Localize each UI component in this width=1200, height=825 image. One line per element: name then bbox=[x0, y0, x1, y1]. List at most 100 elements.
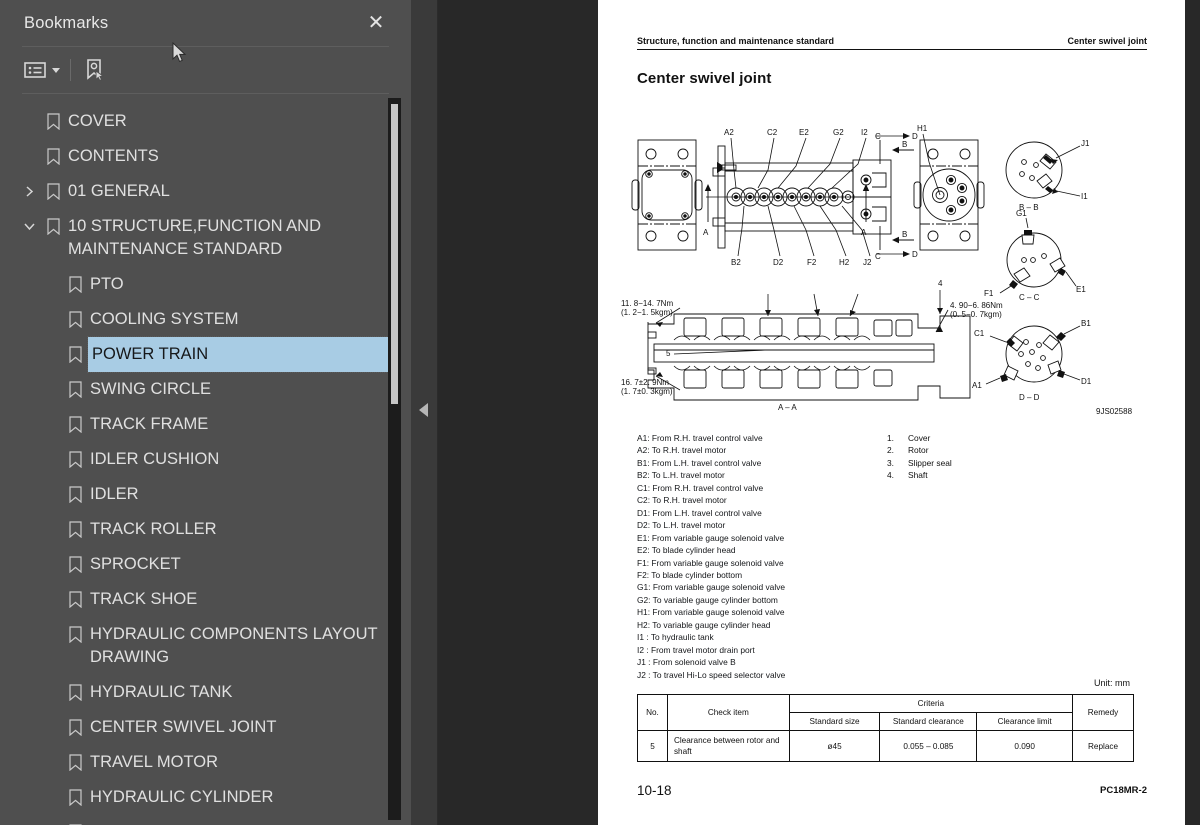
bookmark-item-travel-motor[interactable]: TRAVEL MOTOR bbox=[0, 745, 411, 780]
bookmark-item-cooling-system[interactable]: COOLING SYSTEM bbox=[0, 302, 411, 337]
svg-text:E1: E1 bbox=[1076, 285, 1086, 294]
legend-part-number: 2. bbox=[887, 445, 894, 456]
bookmark-icon bbox=[62, 780, 88, 815]
chevron-down-icon[interactable] bbox=[52, 67, 60, 73]
bookmark-icon bbox=[62, 710, 88, 745]
bookmark-item-center-swivel-joint[interactable]: CENTER SWIVEL JOINT bbox=[0, 710, 411, 745]
svg-text:D1: D1 bbox=[1081, 377, 1092, 386]
svg-text:D – D: D – D bbox=[1019, 393, 1040, 402]
bookmark-icon bbox=[40, 104, 66, 139]
svg-text:4. 90−6. 86Nm: 4. 90−6. 86Nm bbox=[950, 301, 1003, 310]
bookmark-icon bbox=[62, 267, 88, 302]
toolbar-separator bbox=[70, 59, 71, 81]
bookmark-icon bbox=[62, 337, 88, 372]
subheader-clearance-limit: Clearance limit bbox=[976, 712, 1074, 731]
svg-text:(0. 5−0. 7kgm): (0. 5−0. 7kgm) bbox=[950, 310, 1002, 319]
bookmark-item-contents[interactable]: CONTENTS bbox=[0, 139, 411, 174]
maintenance-standard-table: No. Check item Criteria Remedy Standard … bbox=[637, 694, 1134, 762]
legend-part-item: 4. Shaft bbox=[887, 469, 1082, 481]
bookmark-item-track-frame[interactable]: TRACK FRAME bbox=[0, 407, 411, 442]
bookmark-icon bbox=[62, 815, 88, 825]
bookmark-item-cover[interactable]: COVER bbox=[0, 104, 411, 139]
legend-line: E2: To blade cylinder head bbox=[637, 545, 736, 556]
bookmark-icon bbox=[62, 675, 88, 710]
bookmark-icon bbox=[62, 407, 88, 442]
svg-text:H2: H2 bbox=[839, 258, 850, 267]
svg-text:I2: I2 bbox=[861, 128, 868, 137]
running-head: Structure, function and maintenance stan… bbox=[637, 36, 1147, 50]
unit-note: Unit: mm bbox=[1094, 678, 1130, 688]
bookmark-label: COOLING SYSTEM bbox=[90, 310, 239, 328]
svg-text:B1: B1 bbox=[1081, 319, 1091, 328]
bookmark-icon bbox=[40, 139, 66, 174]
legend-part-number: 1. bbox=[887, 433, 894, 443]
bookmark-label: PTO bbox=[90, 275, 124, 293]
bookmark-label: TRAVEL MOTOR bbox=[90, 753, 219, 771]
svg-text:11. 8−14. 7Nm: 11. 8−14. 7Nm bbox=[621, 299, 673, 308]
bookmark-label: SOLENOID VALVE bbox=[88, 815, 231, 825]
legend-line: I1 : To hydraulic tank bbox=[637, 632, 714, 643]
document-page: Structure, function and maintenance stan… bbox=[598, 0, 1185, 825]
bookmark-item-track-shoe[interactable]: TRACK SHOE bbox=[0, 582, 411, 617]
legend-part-label: Shaft bbox=[908, 470, 928, 481]
table-row: 5 Clearance between rotor and shaft ø45 … bbox=[637, 730, 1134, 762]
bookmark-label: 10 STRUCTURE,FUNCTION AND MAINTENANCE ST… bbox=[68, 217, 322, 258]
legend-part-label: Slipper seal bbox=[908, 457, 952, 468]
bookmark-icon bbox=[62, 547, 88, 582]
bookmark-item-sprocket[interactable]: SPROCKET bbox=[0, 547, 411, 582]
bookmark-icon bbox=[62, 512, 88, 547]
new-bookmark-icon[interactable] bbox=[83, 55, 107, 85]
cell-standard-clearance: 0.055 – 0.085 bbox=[879, 730, 978, 762]
legend-line: A1: From R.H. travel control valve bbox=[637, 433, 763, 443]
legend-part-label: Cover bbox=[908, 433, 931, 443]
svg-text:I1: I1 bbox=[1081, 192, 1088, 201]
bookmarks-toolbar bbox=[0, 47, 411, 93]
legend-line: H1: From variable gauge solenoid valve bbox=[637, 607, 785, 618]
bookmark-item-hydraulic-cylinder[interactable]: HYDRAULIC CYLINDER bbox=[0, 780, 411, 815]
bookmark-label: SWING CIRCLE bbox=[90, 380, 212, 398]
bookmarks-scrollbar-thumb[interactable] bbox=[391, 104, 398, 404]
svg-text:G2: G2 bbox=[833, 128, 844, 137]
bookmark-item-01-general[interactable]: 01 GENERAL bbox=[0, 174, 411, 209]
svg-text:F2: F2 bbox=[807, 258, 817, 267]
legend-part-number: 3. bbox=[887, 457, 894, 468]
svg-text:H1: H1 bbox=[917, 124, 928, 133]
panel-divider[interactable] bbox=[412, 0, 438, 825]
bookmark-item-solenoid-valve[interactable]: SOLENOID VALVE bbox=[0, 815, 411, 825]
chevron-down-icon[interactable] bbox=[18, 209, 40, 244]
close-icon[interactable]: ✕ bbox=[363, 10, 389, 36]
bookmark-item-track-roller[interactable]: TRACK ROLLER bbox=[0, 512, 411, 547]
bookmark-label: COVER bbox=[68, 112, 127, 130]
legend-line: D1: From L.H. travel control valve bbox=[637, 507, 762, 518]
bookmark-item-10-structure-function-and-maintenance-standard[interactable]: 10 STRUCTURE,FUNCTION AND MAINTENANCE ST… bbox=[0, 209, 411, 267]
bookmark-item-hydraulic-components-layout-drawing[interactable]: HYDRAULIC COMPONENTS LAYOUT DRAWING bbox=[0, 617, 411, 675]
bookmark-label: SPROCKET bbox=[90, 555, 181, 573]
legend-part-item: 1. Cover bbox=[887, 432, 1082, 444]
bookmark-item-idler-cushion[interactable]: IDLER CUSHION bbox=[0, 442, 411, 477]
chevron-right-icon[interactable] bbox=[18, 174, 40, 209]
header-no: No. bbox=[637, 694, 668, 731]
legend-line: E1: From variable gauge solenoid valve bbox=[637, 532, 785, 543]
bookmark-icon bbox=[62, 442, 88, 477]
document-viewer[interactable]: Structure, function and maintenance stan… bbox=[438, 0, 1200, 825]
legend-line: J1 : From solenoid valve B bbox=[637, 657, 736, 668]
svg-text:D2: D2 bbox=[773, 258, 784, 267]
bookmark-item-hydraulic-tank[interactable]: HYDRAULIC TANK bbox=[0, 675, 411, 710]
bookmark-item-pto[interactable]: PTO bbox=[0, 267, 411, 302]
bookmark-list[interactable]: COVER CONTENTS 01 GENERAL 10 STRUCTURE,FUNC… bbox=[0, 96, 411, 825]
list-options-icon[interactable] bbox=[24, 55, 60, 85]
bookmarks-scrollbar[interactable] bbox=[388, 98, 401, 820]
legend-line: G2: To variable gauge cylinder bottom bbox=[637, 594, 778, 605]
bookmark-item-swing-circle[interactable]: SWING CIRCLE bbox=[0, 372, 411, 407]
bookmark-icon bbox=[62, 302, 88, 337]
collapse-panel-icon[interactable] bbox=[419, 403, 428, 417]
cell-standard-size: ø45 bbox=[788, 730, 881, 762]
panel-title: Bookmarks bbox=[24, 13, 109, 32]
bookmark-item-idler[interactable]: IDLER bbox=[0, 477, 411, 512]
bookmark-item-power-train[interactable]: POWER TRAIN bbox=[0, 336, 411, 373]
